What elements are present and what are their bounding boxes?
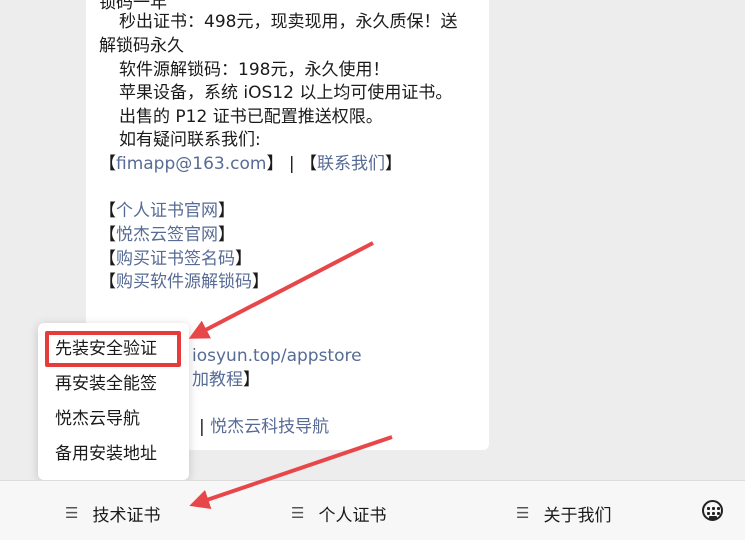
tab-about-us[interactable]: ☰ 关于我们 — [516, 501, 612, 526]
tab-label: 关于我们 — [543, 505, 612, 526]
link-line-yuejie-sign: 【悦杰云签官网】 — [99, 224, 235, 248]
bracket-close: 】 — [252, 272, 269, 292]
message-line-2: 解锁码永久 — [99, 36, 184, 56]
link-line-personal-cert: 【个人证书官网】 — [99, 200, 235, 224]
bracket-close: 】 — [266, 154, 284, 174]
yuejie-nav-link[interactable]: 悦杰云科技导航 — [210, 417, 329, 437]
bracket-close: 】 — [384, 154, 402, 174]
link-line-buy-cert: 【购买证书签名码】 — [99, 248, 252, 272]
tutorial-link[interactable]: 加教程 — [192, 370, 243, 390]
appstore-link[interactable]: iosyun.top/appstore — [192, 346, 362, 366]
message-line-6: 如有疑问联系我们: — [119, 130, 261, 150]
email-link[interactable]: fimapp@163.com — [116, 154, 266, 174]
tab-label: 技术证书 — [92, 505, 161, 526]
hamburger-icon: ☰ — [65, 504, 79, 522]
contact-line: 【fimapp@163.com】 | 【联系我们】 — [99, 153, 402, 177]
separator: | — [283, 154, 300, 174]
tab-personal-cert[interactable]: ☰ 个人证书 — [291, 501, 387, 526]
bottom-menu-bar: ☰ 技术证书 ☰ 个人证书 ☰ 关于我们 — [0, 480, 745, 540]
bracket-close: 】 — [235, 249, 252, 269]
menu-item-install-quansign[interactable]: 再安装全能签 — [55, 372, 157, 396]
bracket-close: 】 — [243, 370, 260, 390]
hamburger-icon: ☰ — [516, 504, 530, 522]
message-line-1: 秒出证书：498元，现卖现用，永久质保！送 — [119, 12, 458, 32]
bracket-open: 【 — [99, 272, 116, 292]
message-line-5: 出售的 P12 证书已配置推送权限。 — [119, 107, 383, 127]
menu-item-backup-address[interactable]: 备用安装地址 — [55, 442, 157, 466]
highlight-box — [45, 331, 181, 367]
keyboard-icon[interactable] — [702, 500, 723, 521]
yuejie-sign-site-link[interactable]: 悦杰云签官网 — [116, 225, 218, 245]
message-line-4: 苹果设备，系统 iOS12 以上均可使用证书。 — [119, 83, 453, 103]
personal-cert-site-link[interactable]: 个人证书官网 — [116, 201, 218, 221]
menu-item-yuejie-nav[interactable]: 悦杰云导航 — [55, 407, 140, 431]
buy-cert-code-link[interactable]: 购买证书签名码 — [116, 249, 235, 269]
tab-label: 个人证书 — [318, 505, 387, 526]
buy-unlock-code-link[interactable]: 购买软件源解锁码 — [116, 272, 252, 292]
hamburger-icon: ☰ — [291, 504, 305, 522]
message-line-3: 软件源解锁码：198元，永久使用！ — [119, 60, 390, 80]
tab-tech-cert[interactable]: ☰ 技术证书 — [65, 501, 161, 526]
bracket-close: 】 — [218, 225, 235, 245]
appstore-link-line: iosyun.top/appstore — [192, 345, 362, 369]
bracket-open: 【 — [99, 201, 116, 221]
bracket-open: 【 — [99, 154, 116, 174]
bracket-open: 【 — [99, 225, 116, 245]
contact-us-link[interactable]: 联系我们 — [317, 154, 385, 174]
bracket-open: 【 — [99, 249, 116, 269]
bracket-close: 】 — [218, 201, 235, 221]
bracket-open: 【 — [299, 154, 317, 174]
nav-link-line: | 悦杰云科技导航 — [199, 416, 329, 440]
separator: | — [199, 417, 205, 437]
tutorial-link-line: 加教程】 — [192, 369, 260, 393]
link-line-buy-unlock: 【购买软件源解锁码】 — [99, 271, 269, 295]
